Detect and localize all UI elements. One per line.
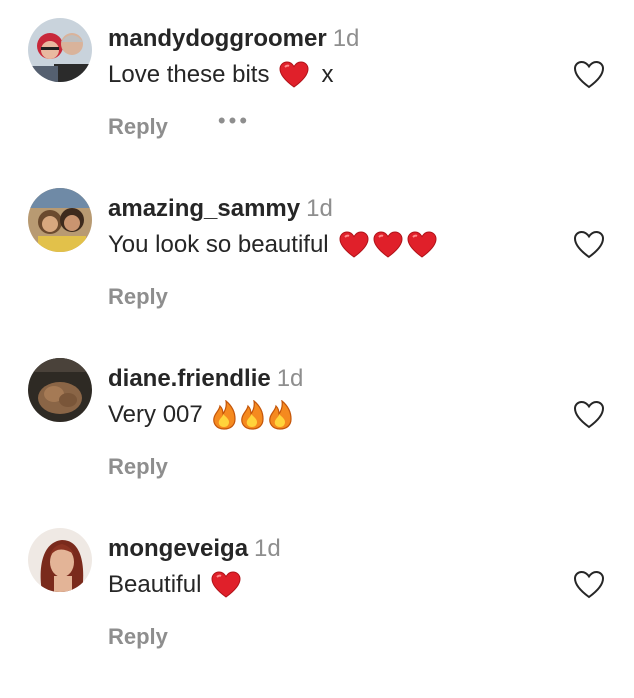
fire-emoji bbox=[267, 400, 293, 430]
heart-outline-icon bbox=[573, 230, 605, 259]
emoji-group bbox=[211, 571, 241, 599]
comment-time[interactable]: 1d bbox=[254, 535, 281, 562]
emoji-group bbox=[339, 231, 437, 259]
comment-actions: Reply bbox=[108, 622, 168, 652]
more-options-icon[interactable]: ••• bbox=[218, 106, 250, 136]
comment-suffix: x bbox=[321, 61, 334, 88]
comment-body: You look so beautiful bbox=[108, 227, 437, 263]
reply-button[interactable]: Reply bbox=[108, 112, 168, 142]
comment-header: mandydoggroomer 1d bbox=[108, 22, 359, 56]
heart-outline-icon bbox=[573, 570, 605, 599]
comment-text: Beautiful bbox=[108, 571, 202, 598]
heart-outline-icon bbox=[573, 400, 605, 429]
comments-list: mandydoggroomer 1d Love these bits x Repl… bbox=[0, 0, 634, 698]
comment-item: mandydoggroomer 1d Love these bits x Repl… bbox=[0, 0, 634, 170]
like-button[interactable] bbox=[572, 398, 606, 432]
reply-button[interactable]: Reply bbox=[108, 282, 168, 312]
username-link[interactable]: amazing_sammy bbox=[108, 195, 300, 222]
red-heart-emoji bbox=[339, 231, 369, 259]
comment-header: diane.friendlie 1d bbox=[108, 362, 303, 396]
comment-text: You look so beautiful bbox=[108, 231, 329, 258]
comment-actions: Reply ••• bbox=[108, 108, 250, 142]
username-link[interactable]: mongeveiga bbox=[108, 535, 248, 562]
red-heart-emoji bbox=[279, 61, 309, 89]
comment-item: mongeveiga 1d Beautiful Reply bbox=[0, 510, 634, 680]
red-heart-emoji bbox=[373, 231, 403, 259]
comment-actions: Reply bbox=[108, 452, 168, 482]
comment-body: Beautiful bbox=[108, 567, 241, 603]
reply-button[interactable]: Reply bbox=[108, 452, 168, 482]
username-link[interactable]: diane.friendlie bbox=[108, 365, 271, 392]
red-heart-emoji bbox=[407, 231, 437, 259]
comment-item: diane.friendlie 1d Very 007 Reply bbox=[0, 340, 634, 510]
comment-actions: Reply bbox=[108, 282, 168, 312]
comment-text: Very 007 bbox=[108, 401, 203, 428]
comment-text: Love these bits bbox=[108, 61, 270, 88]
comment-body: Love these bits x bbox=[108, 57, 333, 93]
comment-header: mongeveiga 1d bbox=[108, 532, 281, 566]
comment-time[interactable]: 1d bbox=[277, 365, 304, 392]
emoji-group bbox=[211, 400, 293, 430]
fire-emoji bbox=[211, 400, 237, 430]
like-button[interactable] bbox=[572, 568, 606, 602]
avatar[interactable] bbox=[28, 358, 92, 422]
like-button[interactable] bbox=[572, 58, 606, 92]
comment-item: amazing_sammy 1d You look so beautiful Re… bbox=[0, 170, 634, 340]
comment-time[interactable]: 1d bbox=[306, 195, 333, 222]
comment-body: Very 007 bbox=[108, 397, 293, 433]
comment-time[interactable]: 1d bbox=[333, 25, 360, 52]
fire-emoji bbox=[239, 400, 265, 430]
emoji-group bbox=[279, 61, 309, 89]
heart-outline-icon bbox=[573, 60, 605, 89]
username-link[interactable]: mandydoggroomer bbox=[108, 25, 327, 52]
like-button[interactable] bbox=[572, 228, 606, 262]
reply-button[interactable]: Reply bbox=[108, 622, 168, 652]
red-heart-emoji bbox=[211, 571, 241, 599]
comment-header: amazing_sammy 1d bbox=[108, 192, 333, 226]
avatar[interactable] bbox=[28, 188, 92, 252]
avatar[interactable] bbox=[28, 528, 92, 592]
avatar[interactable] bbox=[28, 18, 92, 82]
